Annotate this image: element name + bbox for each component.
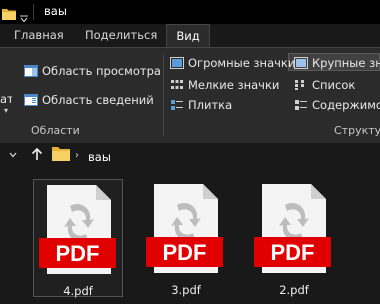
title-separator [33,4,34,20]
content-icon [294,99,308,111]
address-bar: › вaы [0,143,380,171]
preview-pane-button[interactable]: Область просмотра [24,64,161,78]
pdf-icon: PDF [141,179,231,283]
pdf-icon: PDF [249,179,339,283]
file-name: 4.pdf [63,284,93,298]
file-name: 2.pdf [279,283,309,297]
group-separator [163,54,164,136]
details-pane-icon [24,94,38,106]
file-item[interactable]: PDF 2.pdf [249,179,339,297]
tab-view[interactable]: Вид [166,24,210,47]
pdf-icon: PDF [34,180,124,284]
tab-share[interactable]: Поделиться [85,24,157,47]
tiles-label: Плитка [188,98,233,112]
large-icons-label: Крупные знач [312,56,380,70]
preview-pane-label: Область просмотра [42,64,161,78]
chevron-down-icon[interactable]: ▾ [4,106,8,115]
ribbon: ать ▾ Область просмотра Область сведений… [0,47,380,143]
list-button[interactable]: Список [294,78,355,92]
ribbon-tabs: Главная Поделиться Вид [0,24,380,47]
file-name: 3.pdf [171,283,201,297]
pdf-badge: PDF [56,241,100,266]
tiles-icon [170,99,184,111]
list-label: Список [312,78,356,92]
title-bar: вaы [0,0,380,24]
small-icons-icon [170,79,184,91]
file-item[interactable]: PDF 4.pdf [33,179,124,298]
file-list: PDF 4.pdf PDF 3.pdf PDF 2.pdf [0,171,380,304]
layout-group-label: Структур [334,124,380,137]
extra-large-icons-button[interactable]: Огромные значки [170,56,295,70]
breadcrumb-chevron-icon[interactable]: › [75,150,79,161]
extra-large-icons-icon [170,57,184,69]
tiles-button[interactable]: Плитка [170,98,232,112]
small-icons-label: Мелкие значки [188,78,280,92]
explorer-window: вaы Главная Поделиться Вид ать ▾ Область… [0,0,380,304]
preview-pane-icon [24,65,38,77]
large-icons-icon [294,57,308,69]
small-icons-button[interactable]: Мелкие значки [170,78,279,92]
navigation-pane-label-fragment[interactable]: ать [0,92,12,106]
tab-home[interactable]: Главная [14,24,64,47]
pdf-badge: PDF [163,240,207,265]
pdf-badge: PDF [271,240,315,265]
recent-locations-chevron-icon[interactable] [8,149,18,163]
window-title: вaы [44,4,67,18]
file-item[interactable]: PDF 3.pdf [141,179,231,297]
navigation-pane-text: ать [0,92,12,106]
folder-icon [52,146,70,165]
content-button[interactable]: Содержимое [294,98,380,112]
extra-large-icons-label: Огромные значки [188,56,296,70]
folder-icon[interactable] [2,5,16,24]
details-pane-button[interactable]: Область сведений [24,93,154,107]
list-icon [294,79,308,91]
content-label: Содержимое [312,98,380,112]
breadcrumb-segment[interactable]: вaы [88,150,111,164]
up-arrow-icon[interactable] [30,147,44,164]
large-icons-button[interactable]: Крупные знач [294,56,380,70]
panes-group-label: Области [31,124,80,137]
details-pane-label: Область сведений [42,93,154,107]
